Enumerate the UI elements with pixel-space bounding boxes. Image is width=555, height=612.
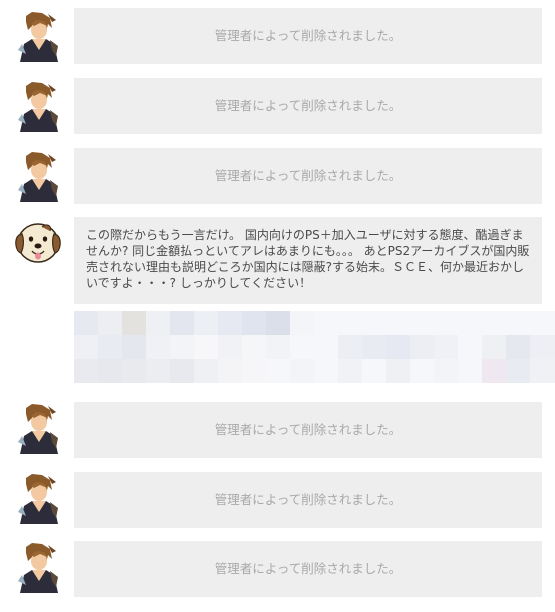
comment-text: この際だからもう一言だけ。 国内向けのPS＋加入ユーザに対する態度、酷過ぎません…	[86, 228, 530, 290]
game-character-avatar-image	[12, 10, 64, 62]
comment-bubble: この際だからもう一言だけ。 国内向けのPS＋加入ユーザに対する態度、酷過ぎません…	[74, 217, 542, 304]
pixelated-image	[74, 311, 555, 383]
comment-thread: 管理者によって削除されました。 管理者によって削除されました。 管理者によって削…	[0, 0, 555, 612]
game-character-avatar[interactable]	[12, 472, 64, 524]
game-character-avatar[interactable]	[12, 150, 64, 202]
deleted-comment-bubble: 管理者によって削除されました。	[74, 78, 542, 134]
game-character-avatar[interactable]	[12, 402, 64, 454]
game-character-avatar-image	[12, 80, 64, 132]
deleted-comment-bubble: 管理者によって削除されました。	[74, 541, 542, 597]
deleted-comment-bubble: 管理者によって削除されました。	[74, 472, 542, 528]
game-character-avatar-image	[12, 541, 64, 593]
game-character-avatar-image	[12, 150, 64, 202]
game-character-avatar-image	[12, 402, 64, 454]
game-character-avatar-image	[12, 472, 64, 524]
deleted-comment-bubble: 管理者によって削除されました。	[74, 8, 542, 64]
deleted-comment-bubble: 管理者によって削除されました。	[74, 148, 542, 204]
mosaic-image-attachment[interactable]	[74, 311, 555, 383]
comment-attachment-row	[0, 311, 555, 383]
deleted-comment-bubble: 管理者によって削除されました。	[74, 402, 542, 458]
game-character-avatar[interactable]	[12, 10, 64, 62]
game-character-avatar[interactable]	[12, 80, 64, 132]
game-character-avatar[interactable]	[12, 541, 64, 593]
cartoon-dog-avatar[interactable]	[12, 217, 64, 269]
cartoon-dog-avatar-image	[12, 217, 64, 269]
